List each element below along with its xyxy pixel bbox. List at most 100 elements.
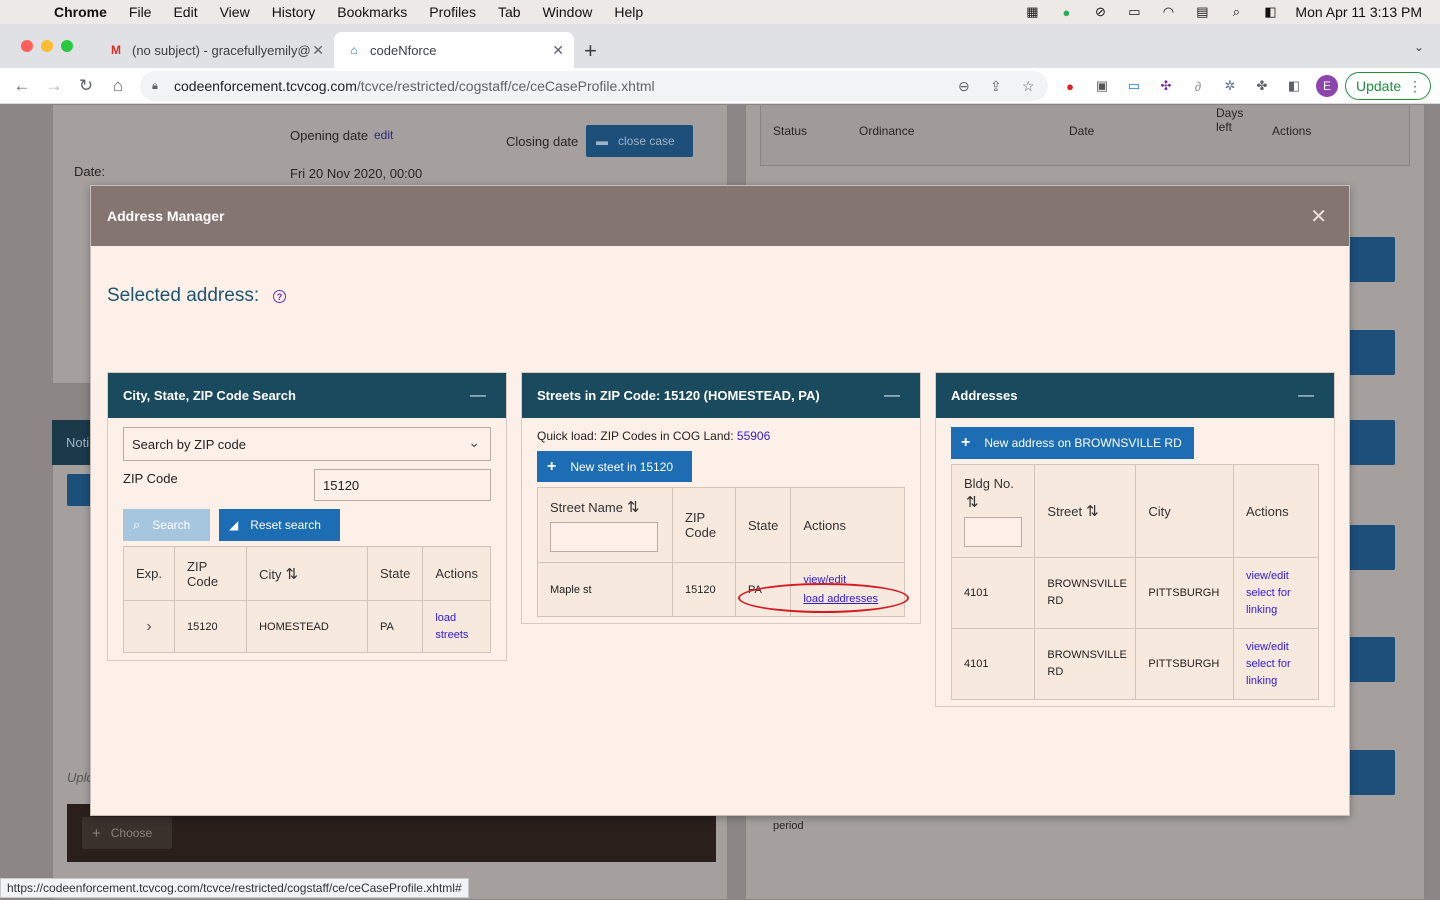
more-menu-icon[interactable]: ⋮ bbox=[1408, 78, 1422, 95]
menubar-clock[interactable]: Mon Apr 11 3:13 PM bbox=[1295, 4, 1422, 20]
plus-icon: + bbox=[547, 457, 557, 475]
extensions-puzzle-icon[interactable]: ✤ bbox=[1253, 77, 1271, 95]
zoom-icon[interactable]: ⊖ bbox=[958, 78, 970, 95]
side-panel-icon[interactable]: ◧ bbox=[1285, 77, 1303, 95]
col-street[interactable]: Street ⇅ bbox=[1034, 464, 1137, 558]
zip-code-input[interactable]: 15120 bbox=[314, 469, 491, 501]
bookmark-star-icon[interactable]: ☆ bbox=[1022, 78, 1035, 95]
new-tab-icon[interactable]: + bbox=[584, 38, 597, 64]
window-zoom-button[interactable] bbox=[61, 40, 73, 52]
addresses-table: Bldg No. ⇅ Street ⇅ City Actions 4101 BRO… bbox=[950, 464, 1319, 700]
sort-icon[interactable]: ⇅ bbox=[285, 566, 298, 583]
sort-icon[interactable]: ⇅ bbox=[627, 499, 640, 516]
back-icon[interactable]: ← bbox=[12, 76, 32, 96]
macos-menubar: Chrome File Edit View History Bookmarks … bbox=[0, 0, 1440, 24]
close-tab-icon[interactable]: ✕ bbox=[312, 42, 324, 59]
new-street-button[interactable]: + New steet in 15120 bbox=[537, 451, 692, 482]
search-button[interactable]: ⌕ Search bbox=[123, 509, 210, 541]
profile-avatar[interactable]: E bbox=[1316, 75, 1338, 97]
focus-icon[interactable]: ⊘ bbox=[1091, 4, 1109, 19]
actions-cell: load streets bbox=[422, 600, 491, 653]
update-button[interactable]: Update ⋮ bbox=[1345, 72, 1431, 100]
menu-view[interactable]: View bbox=[220, 4, 250, 20]
notices-label: Noti bbox=[66, 435, 90, 450]
extension-icon[interactable]: ▣ bbox=[1093, 77, 1111, 95]
forward-icon[interactable]: → bbox=[44, 76, 64, 96]
tab-codenforce[interactable]: ⌂ codeNforce ✕ bbox=[334, 32, 574, 68]
address-bar[interactable]: 🔒︎ codeenforcement.tcvcog.com/tcvce/rest… bbox=[140, 71, 1048, 101]
browser-toolbar: ← → ↻ ⌂ 🔒︎ codeenforcement.tcvcog.com/tc… bbox=[0, 68, 1440, 104]
load-streets-link[interactable]: load streets bbox=[435, 610, 475, 644]
tab-gmail[interactable]: M (no subject) - gracefullyemily@ ✕ bbox=[96, 32, 334, 68]
city-cell: PITTSBURGH bbox=[1135, 628, 1234, 700]
reset-search-button[interactable]: ◢ Reset search bbox=[219, 509, 340, 541]
menu-help[interactable]: Help bbox=[614, 4, 643, 20]
annotation-ellipse bbox=[738, 583, 909, 613]
bldg-cell: 4101 bbox=[950, 628, 1036, 700]
col-bldg-no[interactable]: Bldg No. ⇅ bbox=[950, 464, 1036, 558]
sort-icon[interactable]: ⇅ bbox=[966, 493, 1022, 511]
menu-bookmarks[interactable]: Bookmarks bbox=[337, 4, 407, 20]
col-city[interactable]: City ⇅ bbox=[246, 546, 368, 601]
window-minimize-button[interactable] bbox=[41, 40, 53, 52]
opening-date-edit-link[interactable]: edit bbox=[374, 128, 393, 142]
city-cell: HOMESTEAD bbox=[246, 600, 368, 653]
minus-icon[interactable]: — bbox=[470, 387, 486, 405]
dots-extension-icon[interactable]: ✣ bbox=[1157, 77, 1175, 95]
battery-icon[interactable]: ▭ bbox=[1125, 4, 1143, 19]
chevron-right-icon[interactable]: › bbox=[146, 618, 151, 635]
add-notice-button[interactable] bbox=[67, 474, 91, 506]
search-icon: ⌕ bbox=[133, 517, 141, 532]
menu-app-name[interactable]: Chrome bbox=[54, 4, 107, 20]
spotlight-search-icon[interactable]: ⌕ bbox=[1227, 4, 1245, 19]
select-for-linking-link[interactable]: select for linking bbox=[1246, 656, 1306, 690]
menu-edit[interactable]: Edit bbox=[173, 4, 197, 20]
grid-icon[interactable]: ▦ bbox=[1023, 4, 1041, 19]
puzzle-extension-icon[interactable]: ✲ bbox=[1221, 77, 1239, 95]
opera-extension-icon[interactable]: ● bbox=[1061, 77, 1079, 95]
close-tab-icon[interactable]: ✕ bbox=[552, 42, 564, 59]
zip-code-value: 15120 bbox=[323, 477, 360, 493]
menu-profiles[interactable]: Profiles bbox=[429, 4, 476, 20]
choose-file-button[interactable]: + Choose bbox=[82, 817, 172, 849]
keyboard-icon[interactable]: ▤ bbox=[1193, 4, 1211, 19]
minus-icon[interactable]: — bbox=[1298, 387, 1314, 405]
close-case-button[interactable]: ▬ close case bbox=[586, 125, 693, 157]
wifi-icon[interactable]: ◠ bbox=[1159, 4, 1177, 19]
plus-icon: + bbox=[92, 824, 101, 842]
translate-extension-icon[interactable]: ∂ bbox=[1189, 77, 1207, 95]
col-bldg-label: Bldg No. bbox=[964, 475, 1014, 491]
url-path: /tcvce/restricted/cogstaff/ce/ceCaseProf… bbox=[356, 78, 655, 94]
help-icon[interactable]: ? bbox=[273, 290, 286, 303]
col-street-name[interactable]: Street Name ⇅ bbox=[537, 487, 673, 563]
col-actions: Actions bbox=[1233, 464, 1319, 558]
sort-icon[interactable]: ⇅ bbox=[1086, 503, 1099, 520]
url-host: codeenforcement.tcvcog.com bbox=[174, 78, 357, 94]
minus-icon[interactable]: — bbox=[884, 387, 900, 405]
control-center-icon[interactable]: ◧ bbox=[1261, 4, 1279, 19]
new-address-button[interactable]: + New address on BROWNSVILLE RD bbox=[951, 427, 1194, 459]
grammarly-icon[interactable]: ● bbox=[1057, 5, 1075, 20]
chevron-down-icon[interactable]: ⌄ bbox=[1414, 40, 1424, 54]
select-for-linking-link[interactable]: select for linking bbox=[1246, 585, 1306, 619]
menu-tab[interactable]: Tab bbox=[498, 4, 521, 20]
street-name-filter-input[interactable] bbox=[550, 522, 658, 552]
screen-extension-icon[interactable]: ▭ bbox=[1125, 77, 1143, 95]
close-icon[interactable]: ✕ bbox=[1310, 204, 1327, 229]
view-edit-link[interactable]: view/edit bbox=[1246, 570, 1289, 582]
bldg-filter-input[interactable] bbox=[964, 516, 1022, 547]
window-close-button[interactable] bbox=[21, 40, 33, 52]
menu-window[interactable]: Window bbox=[543, 4, 593, 20]
bldg-cell: 4101 bbox=[950, 557, 1036, 629]
quick-load-zip-link[interactable]: 55906 bbox=[737, 429, 770, 443]
view-edit-link[interactable]: view/edit bbox=[1246, 641, 1289, 653]
col-zip-label: ZIP Code bbox=[685, 510, 717, 540]
search-mode-select[interactable]: Search by ZIP code ⌄ bbox=[123, 427, 491, 461]
menu-history[interactable]: History bbox=[272, 4, 316, 20]
menu-file[interactable]: File bbox=[129, 4, 152, 20]
lock-icon[interactable]: 🔒︎ bbox=[152, 80, 164, 92]
reload-icon[interactable]: ↻ bbox=[76, 76, 96, 96]
share-icon[interactable]: ⇪ bbox=[990, 78, 1002, 95]
home-icon[interactable]: ⌂ bbox=[108, 76, 128, 96]
expand-cell[interactable]: › bbox=[122, 600, 176, 653]
